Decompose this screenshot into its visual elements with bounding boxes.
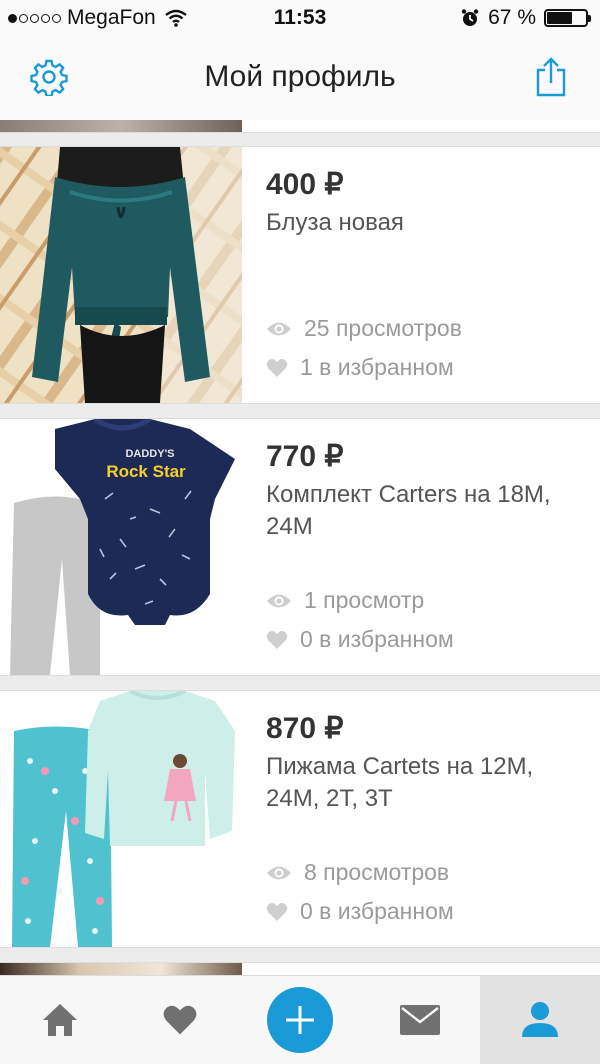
listing-card[interactable]: DADDY'S Rock Star 770 ₽ Комплект Carters… bbox=[0, 418, 600, 676]
listing-price: 770 ₽ bbox=[266, 440, 344, 473]
listing-favorites: 0 в избранном bbox=[266, 626, 454, 653]
favorites-count: 1 в избранном bbox=[300, 354, 454, 380]
status-right: 67 % bbox=[460, 6, 591, 30]
listing-photo bbox=[0, 691, 242, 947]
heart-icon bbox=[163, 1005, 197, 1035]
status-bar: MegaFon 11:53 67 % bbox=[0, 0, 600, 38]
listing-views: 8 просмотров bbox=[266, 859, 449, 886]
tab-home[interactable] bbox=[0, 976, 120, 1064]
tab-favorites[interactable] bbox=[120, 976, 240, 1064]
listing-photo: DADDY'S Rock Star bbox=[0, 419, 242, 675]
heart-icon bbox=[266, 630, 288, 649]
listing-photo bbox=[0, 147, 242, 403]
add-button[interactable] bbox=[267, 987, 333, 1053]
listing-price: 870 ₽ bbox=[266, 712, 344, 745]
eye-icon bbox=[267, 594, 291, 607]
home-icon bbox=[43, 1004, 77, 1036]
tab-add[interactable] bbox=[240, 976, 360, 1064]
views-count: 1 просмотр bbox=[304, 587, 425, 613]
listing-views: 25 просмотров bbox=[266, 315, 462, 342]
add-icon bbox=[286, 1006, 314, 1034]
list-item-partial bbox=[0, 120, 600, 133]
favorites-count: 0 в избранном bbox=[300, 898, 454, 924]
tab-bar bbox=[0, 975, 600, 1064]
mail-icon bbox=[400, 1005, 440, 1035]
favorites-count: 0 в избранном bbox=[300, 626, 454, 652]
listing-title: Блуза новая bbox=[266, 209, 404, 236]
alarm-icon bbox=[461, 9, 479, 26]
page-title: Мой профиль bbox=[204, 60, 396, 93]
listing-title: Пижама Cartets на 12М, 24М, 2Т, 3Т bbox=[266, 753, 534, 812]
views-count: 8 просмотров bbox=[304, 859, 450, 885]
battery-percent: 67 % bbox=[488, 6, 536, 29]
profile-icon bbox=[522, 1002, 558, 1037]
eye-icon bbox=[267, 866, 291, 879]
heart-icon bbox=[266, 358, 288, 377]
battery-icon bbox=[544, 9, 591, 27]
listing-card[interactable]: 400 ₽ Блуза новая 25 просмотров 1 в избр… bbox=[0, 146, 600, 404]
listing-card[interactable]: 870 ₽ Пижама Cartets на 12М, 24М, 2Т, 3Т… bbox=[0, 690, 600, 948]
listing-favorites: 1 в избранном bbox=[266, 354, 454, 381]
svg-text:DADDY'S: DADDY'S bbox=[125, 448, 174, 460]
svg-text:Rock Star: Rock Star bbox=[106, 462, 186, 481]
listing-photo bbox=[0, 120, 242, 132]
share-icon[interactable] bbox=[532, 56, 570, 98]
tab-profile[interactable] bbox=[480, 976, 600, 1064]
listing-title: Комплект Carters на 18М, 24М bbox=[266, 481, 551, 540]
tab-messages[interactable] bbox=[360, 976, 480, 1064]
listing-views: 1 просмотр bbox=[266, 587, 424, 614]
eye-icon bbox=[267, 322, 291, 335]
listing-price: 400 ₽ bbox=[266, 168, 344, 201]
navigation-bar: Мой профиль bbox=[0, 38, 600, 121]
heart-icon bbox=[266, 902, 288, 921]
listing-favorites: 0 в избранном bbox=[266, 898, 454, 925]
views-count: 25 просмотров bbox=[304, 315, 462, 341]
